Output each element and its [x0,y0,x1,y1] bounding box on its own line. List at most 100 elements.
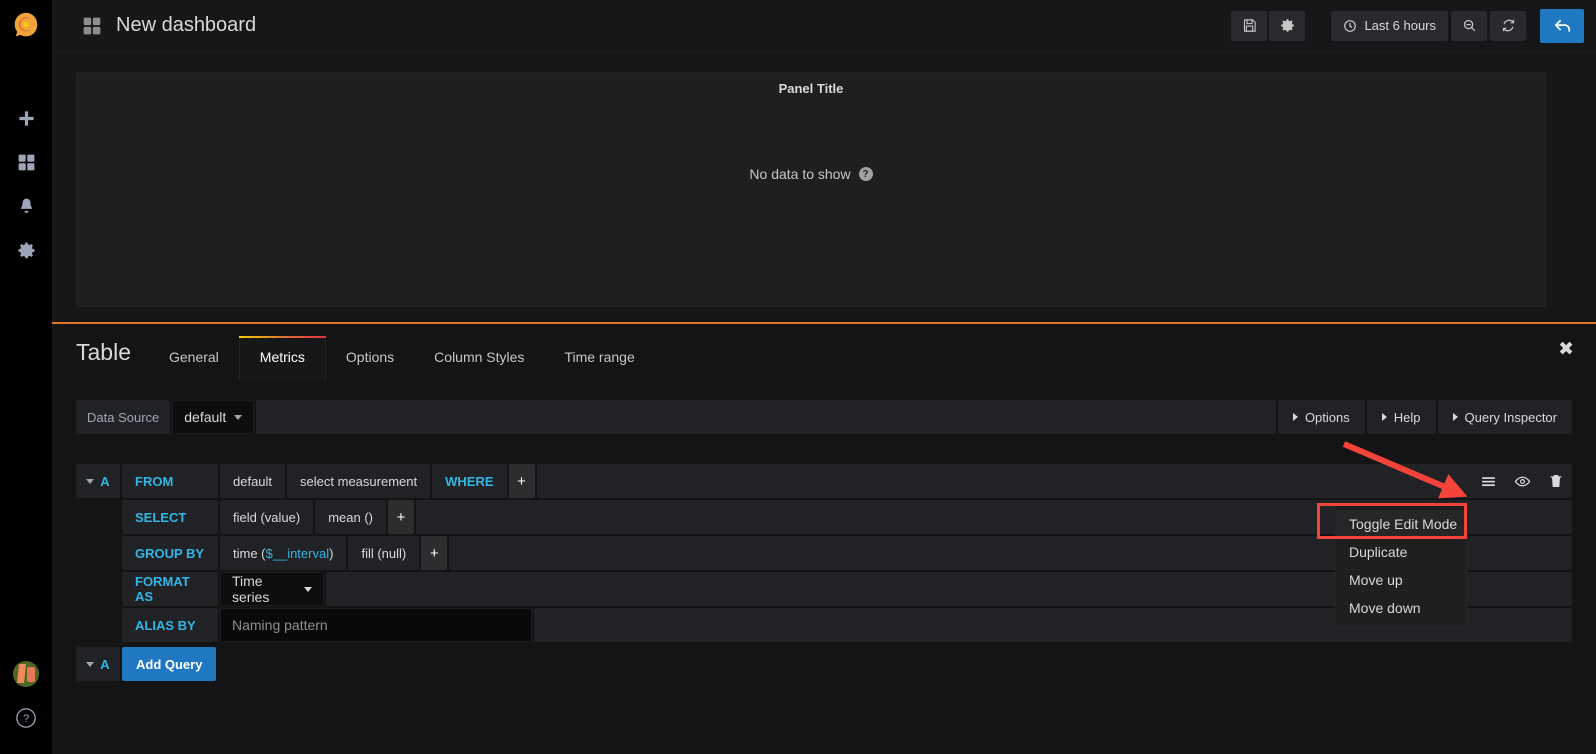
context-menu-item-move-up[interactable]: Move up [1336,566,1466,594]
datasource-picker[interactable]: default [172,400,255,434]
caret-right-icon [1452,413,1458,421]
tab-options[interactable]: Options [326,338,414,380]
sidebar-item-create[interactable] [0,96,52,140]
back-arrow-icon [1554,19,1570,32]
groupby-label: GROUP BY [122,536,218,570]
left-sidebar: ? [0,0,52,754]
query-row-from: A FROM default select measurement WHERE … [76,464,1572,498]
zoom-out-button[interactable] [1451,10,1487,41]
help-circle-icon[interactable]: ? [858,167,873,181]
help-glyph: ? [23,713,29,725]
gear-icon [1281,19,1294,32]
query-letter: A [100,473,110,489]
editor-section-toggles: Options Help Query Inspector [1277,400,1572,434]
sidebar-item-dashboards[interactable] [0,140,52,184]
sidebar-top-group [0,96,52,272]
hamburger-icon [1481,476,1495,486]
format-as-label: FORMAT AS [122,572,218,606]
save-dashboard-button[interactable] [1231,10,1268,41]
trash-icon [1550,475,1562,487]
time-range-picker[interactable]: Last 6 hours [1331,10,1448,41]
caret-right-icon [1292,413,1298,421]
from-label: FROM [122,464,218,498]
navbar-actions: Last 6 hours [1231,8,1596,43]
query-inspector-label: Query Inspector [1464,409,1558,425]
chevron-down-icon [234,414,243,420]
panel-no-data-message: No data to show ? [77,166,1545,182]
query-row-actions [1472,464,1572,498]
options-section-label: Options [1304,409,1350,425]
grafana-logo[interactable] [0,0,52,52]
query-menu-button[interactable] [1472,464,1504,498]
close-editor-button[interactable]: ✖ [1558,340,1574,359]
chevron-down-icon [86,478,95,484]
select-field-part[interactable]: field (value) [220,500,314,534]
options-section-toggle[interactable]: Options [1277,400,1365,434]
from-retention-policy[interactable]: default [220,464,286,498]
format-as-select[interactable]: Time series [220,572,324,606]
top-navbar: New dashboard Last 6 hours [52,0,1596,52]
back-to-dashboard-button[interactable] [1540,8,1584,43]
query-collapse-toggle[interactable]: A [76,464,120,498]
dashboards-icon [83,17,101,34]
clock-icon [1344,19,1357,32]
select-mean-part[interactable]: mean () [315,500,386,534]
editor-heading: Table [76,339,131,365]
datasource-row: Data Source default Options Help Query I… [76,400,1572,434]
datasource-value: default [184,409,227,425]
remove-query-button[interactable] [1540,464,1572,498]
refresh-icon [1502,19,1514,32]
navbar-time-group: Last 6 hours [1331,10,1526,41]
avatar [13,661,39,687]
dashboards-icon [18,154,34,170]
groupby-time-suffix: ) [329,545,334,561]
save-icon [1243,19,1256,32]
add-query-row: A Add Query [76,647,1572,681]
format-as-value: Time series [232,573,270,605]
groupby-fill-part[interactable]: fill (null) [348,536,420,570]
select-label: SELECT [122,500,218,534]
help-section-toggle[interactable]: Help [1366,400,1436,434]
sidebar-item-alerting[interactable] [0,184,52,228]
add-query-button[interactable]: Add Query [122,647,217,681]
query-context-menu: Toggle Edit Mode Duplicate Move up Move … [1335,505,1467,627]
groupby-time-part[interactable]: time ($__interval) [220,536,347,570]
sidebar-item-user-profile[interactable] [0,652,52,696]
sidebar-bottom-group: ? [0,652,52,754]
gear-icon [17,242,35,258]
tab-metrics[interactable]: Metrics [238,336,327,380]
page-title: New dashboard [116,14,257,36]
help-section-label: Help [1393,409,1421,425]
sidebar-item-help[interactable]: ? [0,696,52,740]
dashboard-settings-button[interactable] [1269,10,1306,41]
navbar-dashboard-icon[interactable] [82,16,102,36]
add-query-letter: A [100,656,110,672]
refresh-button[interactable] [1490,10,1526,41]
add-where-button[interactable]: + [508,464,535,498]
groupby-interval-token: $__interval [265,545,330,561]
context-menu-item-move-down[interactable]: Move down [1336,594,1466,622]
context-menu-item-toggle-edit-mode[interactable]: Toggle Edit Mode [1336,510,1466,538]
datasource-row-filler [256,400,1276,434]
from-measurement[interactable]: select measurement [287,464,431,498]
question-circle-icon: ? [16,708,36,728]
tab-column-styles[interactable]: Column Styles [414,338,544,380]
chevron-down-icon [304,586,312,592]
add-groupby-part-button[interactable]: + [421,536,448,570]
add-select-part-button[interactable]: + [388,500,414,534]
tab-general[interactable]: General [149,338,239,380]
query-inspector-toggle[interactable]: Query Inspector [1437,400,1572,434]
context-menu-item-duplicate[interactable]: Duplicate [1336,538,1466,566]
zoom-out-icon [1463,19,1475,32]
tab-time-range[interactable]: Time range [544,338,654,380]
groupby-time-prefix: time ( [233,545,266,561]
alias-by-input[interactable]: Naming pattern [220,608,532,642]
toggle-query-visibility-button[interactable] [1506,464,1538,498]
caret-right-icon [1381,413,1387,421]
bell-icon [20,198,32,213]
panel-title[interactable]: Panel Title [77,81,1545,96]
chevron-down-icon [86,661,95,667]
add-query-collapse-toggle[interactable]: A [76,647,120,681]
datasource-label: Data Source [76,400,171,434]
sidebar-item-configuration[interactable] [0,228,52,272]
